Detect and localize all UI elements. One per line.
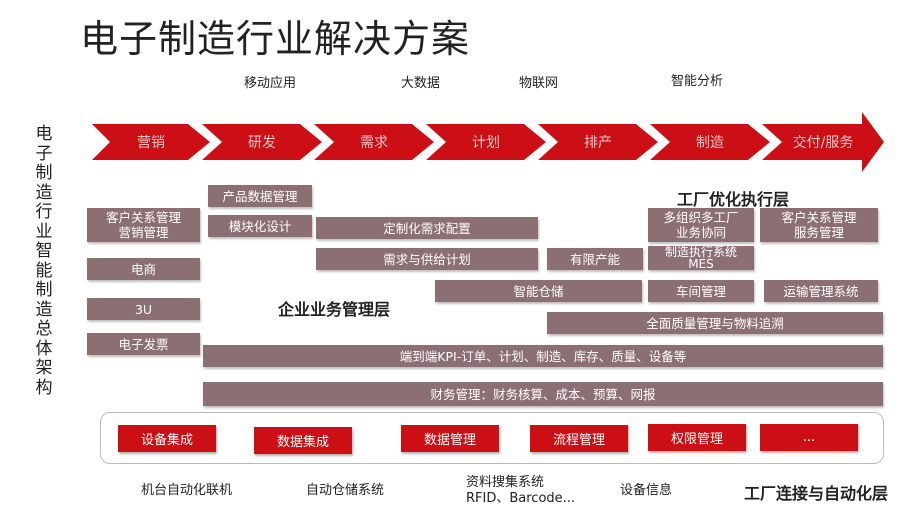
module-crm-service: 客户关系管理 服务管理 (760, 208, 878, 242)
module-smart-warehouse: 智能仓储 (435, 280, 642, 302)
page-title: 电子制造行业解决方案 (80, 17, 471, 61)
module-crm-marketing: 客户关系管理 营销管理 (87, 208, 200, 242)
module-workshop: 车间管理 (648, 280, 754, 302)
step-label-demand: 需求 (360, 135, 388, 151)
caption-device-info: 设备信息 (620, 483, 673, 498)
caption-machine-automation: 机台自动化联机 (141, 483, 233, 498)
step-arrow-rnd: 研发 (202, 124, 322, 160)
topic-iot: 物联网 (519, 76, 559, 91)
module-e-invoice: 电子发票 (87, 333, 200, 355)
side-label: 电子制造行业智能制造总体架构 (35, 124, 53, 398)
layer-factory-execution: 工厂优化执行层 (677, 190, 790, 209)
step-arrow-demand: 需求 (314, 124, 434, 160)
integration-data: 数据集成 (254, 427, 352, 454)
module-demand-supply: 需求与供给计划 (316, 248, 538, 270)
step-label-manufacturing: 制造 (696, 135, 724, 151)
module-mes: 制造执行系统 MES (648, 246, 754, 270)
step-arrow-planning: 计划 (426, 124, 546, 160)
integration-process-management: 流程管理 (530, 425, 628, 452)
step-arrow-delivery: 交付/服务 (762, 112, 884, 172)
module-modular-design: 模块化设计 (208, 215, 312, 237)
topic-mobile: 移动应用 (244, 76, 297, 91)
module-product-data: 产品数据管理 (208, 185, 312, 207)
module-finite-capacity: 有限产能 (547, 248, 643, 270)
step-arrow-scheduling: 排产 (538, 124, 658, 160)
step-arrow-manufacturing: 制造 (650, 124, 770, 160)
layer-factory-connection: 工厂连接与自动化层 (744, 484, 889, 503)
layer-enterprise-management: 企业业务管理层 (278, 300, 391, 319)
module-finance: 财务管理：财务核算、成本、预算、网报 (203, 382, 883, 406)
topic-analytics: 智能分析 (671, 74, 724, 89)
caption-auto-warehouse: 自动仓储系统 (306, 483, 385, 498)
step-label-delivery: 交付/服务 (793, 134, 854, 151)
module-transport: 运输管理系统 (764, 280, 878, 302)
caption-data-collection: 资料搜集系统 RFID、Barcode... (466, 475, 576, 506)
step-label-rnd: 研发 (248, 135, 276, 151)
module-quality-trace: 全面质量管理与物料追溯 (547, 312, 883, 334)
integration-data-management: 数据管理 (401, 425, 499, 452)
topic-bigdata: 大数据 (401, 76, 441, 91)
step-label-scheduling: 排产 (584, 135, 612, 151)
module-kpi: 端到端KPI-订单、计划、制造、库存、质量、设备等 (203, 345, 883, 367)
integration-more: ... (760, 424, 858, 451)
module-ecommerce: 电商 (87, 258, 200, 280)
integration-device: 设备集成 (118, 425, 216, 452)
step-label-marketing: 营销 (137, 135, 165, 151)
module-3u: 3U (87, 298, 200, 320)
module-custom-config: 定制化需求配置 (316, 217, 538, 239)
step-label-planning: 计划 (472, 135, 500, 151)
process-arrows: 营销 研发 需求 计划 排产 制造 交付/服务 (92, 112, 884, 172)
step-arrow-marketing: 营销 (92, 124, 210, 160)
integration-permission-management: 权限管理 (648, 424, 746, 451)
module-multi-org: 多组织多工厂 业务协同 (648, 208, 754, 242)
